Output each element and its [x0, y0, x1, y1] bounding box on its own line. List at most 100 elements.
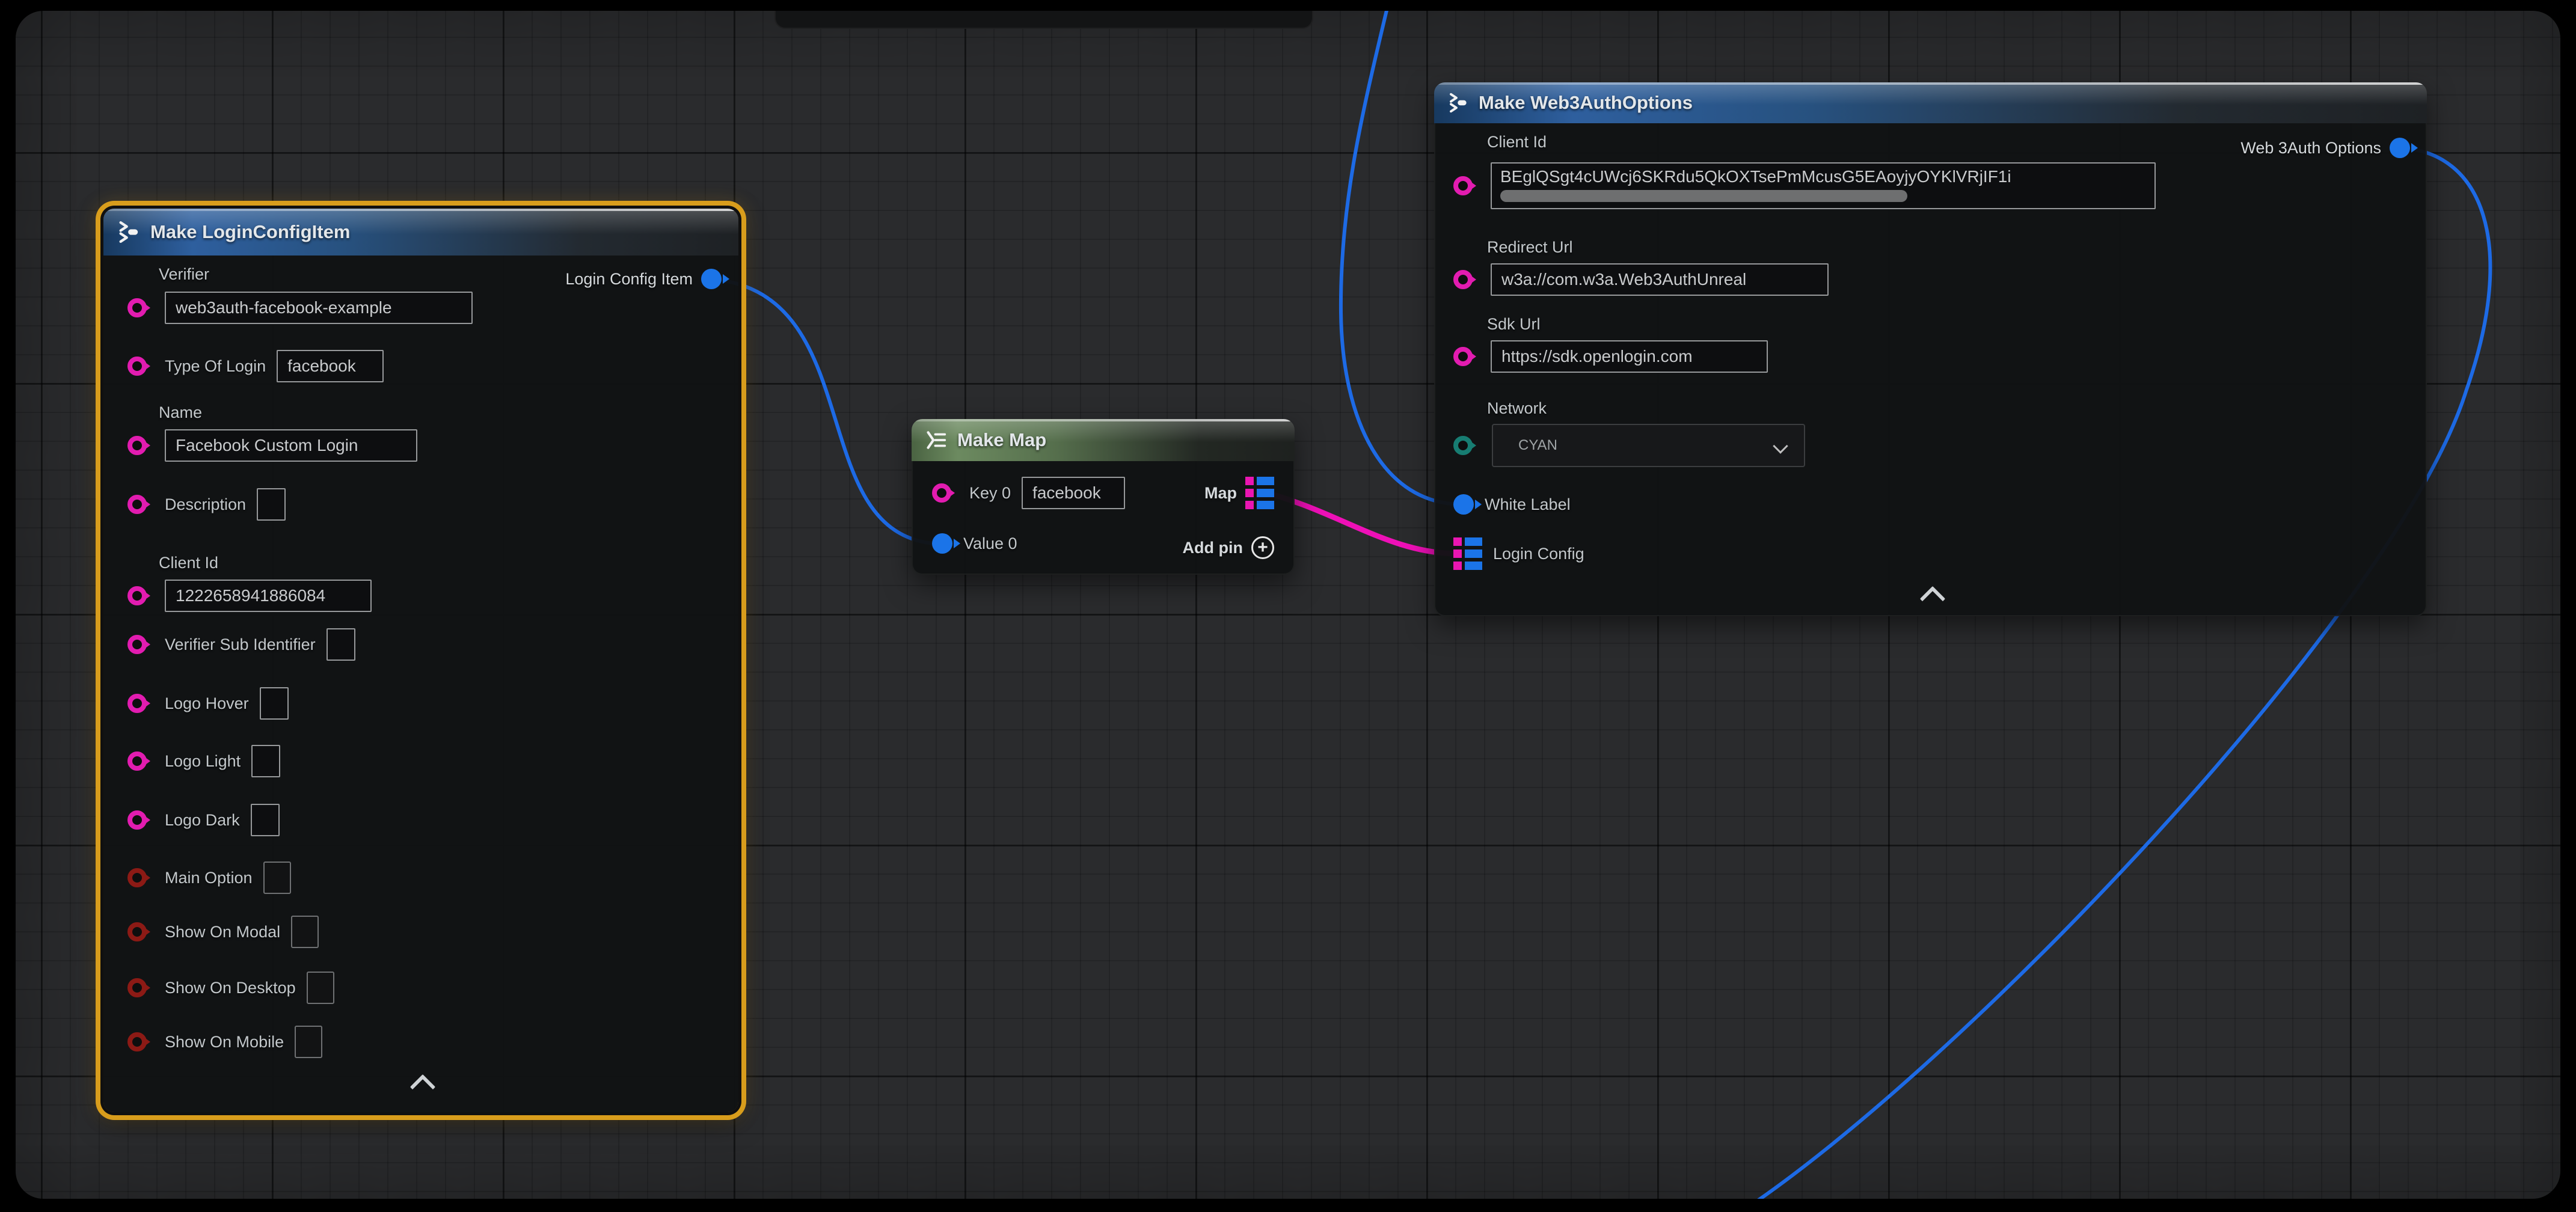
network-selected-value: CYAN — [1518, 437, 1557, 454]
logo-light-label: Logo Light — [165, 752, 241, 771]
name-row: Facebook Custom Login — [127, 429, 417, 462]
client-id-pin[interactable] — [1453, 176, 1473, 195]
verifier-sub-identifier-label: Verifier Sub Identifier — [165, 635, 316, 654]
show-on-mobile-checkbox[interactable] — [295, 1026, 322, 1058]
node-header-make-loginconfigitem[interactable]: Make LoginConfigItem — [103, 209, 738, 256]
type-of-login-input[interactable]: facebook — [277, 350, 384, 382]
client-id-scrollbar[interactable] — [1500, 190, 1907, 202]
node-make-map[interactable]: Make Map Key 0 facebook Map Value — [912, 419, 1295, 575]
node-header-make-map[interactable]: Make Map — [912, 419, 1295, 461]
login-config-item-output-pin[interactable] — [701, 269, 722, 289]
main-option-row: Main Option — [127, 861, 291, 895]
client-id-row: 1222658941886084 — [127, 579, 372, 613]
logo-hover-label: Logo Hover — [165, 694, 249, 713]
node-title: Make Map — [957, 429, 1046, 451]
verifier-sub-identifier-input[interactable] — [327, 628, 355, 661]
logo-hover-pin[interactable] — [127, 694, 147, 713]
client-id-label: Client Id — [1487, 133, 1547, 152]
pin-row-login-config-item-out: Login Config Item — [565, 262, 722, 296]
show-on-desktop-checkbox[interactable] — [307, 972, 334, 1004]
node-make-web3authoptions[interactable]: Make Web3AuthOptions Web 3Auth Options C… — [1434, 82, 2427, 616]
main-option-pin[interactable] — [127, 868, 147, 887]
add-pin-icon[interactable]: + — [1251, 536, 1274, 559]
client-id-input[interactable]: 1222658941886084 — [165, 580, 372, 612]
web3auth-options-output-pin[interactable] — [2390, 138, 2410, 158]
verifier-label: Verifier — [159, 265, 209, 284]
network-row — [1453, 429, 1480, 462]
key0-input[interactable]: facebook — [1022, 477, 1125, 509]
verifier-row: web3auth-facebook-example — [127, 291, 473, 325]
verifier-input[interactable]: web3auth-facebook-example — [165, 292, 473, 324]
client-id-pin[interactable] — [127, 586, 147, 605]
logo-dark-label: Logo Dark — [165, 811, 240, 830]
login-config-pin[interactable] — [1453, 537, 1482, 570]
redirect-url-input[interactable]: w3a://com.w3a.Web3AuthUnreal — [1491, 263, 1829, 296]
sdk-url-label: Sdk Url — [1487, 315, 1541, 334]
web3auth-options-output-label: Web 3Auth Options — [2240, 139, 2381, 158]
logo-hover-row: Logo Hover — [127, 687, 289, 720]
collapse-chevron-icon[interactable] — [1920, 586, 1945, 611]
network-pin[interactable] — [1453, 436, 1473, 455]
logo-light-pin[interactable] — [127, 751, 147, 771]
show-on-desktop-label: Show On Desktop — [165, 979, 296, 997]
value0-row: Value 0 — [932, 527, 1017, 560]
add-pin-row[interactable]: Add pin + — [1183, 531, 1274, 565]
name-pin[interactable] — [127, 436, 147, 455]
logo-hover-input[interactable] — [260, 687, 289, 720]
verifier-sub-identifier-pin[interactable] — [127, 635, 147, 654]
network-dropdown[interactable]: CYAN — [1492, 424, 1805, 467]
type-of-login-row: Type Of Login facebook — [127, 349, 384, 383]
login-config-row: Login Config — [1453, 537, 1584, 571]
description-pin[interactable] — [127, 495, 147, 514]
show-on-modal-checkbox[interactable] — [291, 916, 319, 948]
name-label: Name — [159, 403, 202, 422]
logo-light-row: Logo Light — [127, 744, 280, 778]
name-input[interactable]: Facebook Custom Login — [165, 429, 417, 462]
type-of-login-label: Type Of Login — [165, 357, 266, 376]
show-on-mobile-pin[interactable] — [127, 1032, 147, 1051]
value0-pin[interactable] — [932, 533, 952, 554]
make-array-icon — [925, 429, 948, 451]
make-struct-icon — [117, 220, 141, 244]
show-on-modal-pin[interactable] — [127, 922, 147, 941]
description-input[interactable] — [257, 488, 286, 521]
client-id-row: BEglQSgt4cUWcj6SKRdu5QkOXTsePmMcusG5EAoy… — [1453, 162, 2156, 209]
sdk-url-row: https://sdk.openlogin.com — [1453, 340, 1768, 373]
sdk-url-pin[interactable] — [1453, 347, 1473, 366]
description-label: Description — [165, 495, 246, 514]
logo-light-input[interactable] — [251, 745, 280, 777]
logo-dark-input[interactable] — [251, 804, 280, 836]
chevron-down-icon — [1773, 438, 1788, 453]
map-output-pin[interactable] — [1245, 477, 1274, 509]
key0-pin[interactable] — [932, 483, 951, 503]
node-header-make-web3authoptions[interactable]: Make Web3AuthOptions — [1434, 82, 2427, 123]
wire-loginconfigitem-to-value0[interactable] — [711, 279, 933, 543]
redirect-url-pin[interactable] — [1453, 270, 1473, 289]
client-id-input[interactable]: BEglQSgt4cUWcj6SKRdu5QkOXTsePmMcusG5EAoy… — [1491, 162, 2156, 209]
show-on-mobile-label: Show On Mobile — [165, 1033, 284, 1051]
white-label-label: White Label — [1485, 495, 1571, 514]
client-id-text: BEglQSgt4cUWcj6SKRdu5QkOXTsePmMcusG5EAoy… — [1500, 167, 2011, 186]
white-label-pin[interactable] — [1453, 494, 1474, 515]
key0-label: Key 0 — [969, 484, 1011, 503]
blueprint-graph-canvas[interactable]: Make LoginConfigItem Login Config Item V… — [16, 11, 2560, 1199]
type-of-login-pin[interactable] — [127, 357, 147, 376]
sdk-url-input[interactable]: https://sdk.openlogin.com — [1491, 340, 1768, 373]
description-row: Description — [127, 488, 286, 521]
collapse-chevron-icon[interactable] — [410, 1074, 435, 1100]
show-on-modal-label: Show On Modal — [165, 923, 280, 941]
map-output-row: Map — [1204, 476, 1274, 510]
white-label-row: White Label — [1453, 488, 1571, 521]
node-make-loginconfigitem[interactable]: Make LoginConfigItem Login Config Item V… — [103, 209, 738, 1112]
web3auth-options-output-row: Web 3Auth Options — [2240, 131, 2410, 165]
verifier-pin[interactable] — [127, 298, 147, 317]
show-on-desktop-pin[interactable] — [127, 978, 147, 997]
make-struct-icon — [1447, 92, 1469, 114]
logo-dark-pin[interactable] — [127, 810, 147, 830]
client-id-label: Client Id — [159, 554, 218, 572]
logo-dark-row: Logo Dark — [127, 803, 280, 837]
main-option-checkbox[interactable] — [263, 862, 291, 894]
output-pin-label: Login Config Item — [565, 270, 693, 289]
node-title: Make Web3AuthOptions — [1479, 92, 1693, 114]
map-output-label: Map — [1204, 484, 1237, 503]
